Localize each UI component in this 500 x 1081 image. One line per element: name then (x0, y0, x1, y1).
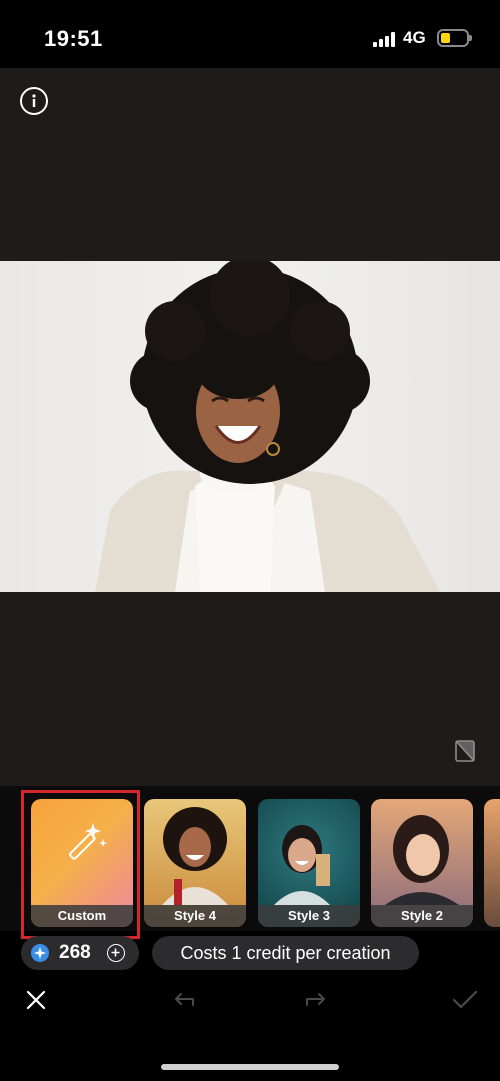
style-4-preview (144, 799, 246, 905)
undo-button[interactable] (172, 991, 196, 1014)
battery-icon (437, 29, 472, 47)
credit-count: 268 (59, 942, 91, 963)
network-type: 4G (403, 28, 426, 47)
style-tile-style-2[interactable]: Style 2 (371, 799, 473, 927)
compare-icon (455, 740, 475, 762)
style-3-preview (258, 799, 360, 905)
checkmark-icon (452, 990, 478, 1009)
redo-icon (306, 993, 325, 1006)
confirm-button[interactable] (452, 990, 478, 1015)
undo-icon (175, 993, 194, 1006)
credit-icon (31, 944, 49, 962)
home-indicator (161, 1064, 339, 1070)
close-button[interactable] (25, 989, 47, 1016)
cost-note: Costs 1 credit per creation (152, 936, 419, 970)
style-tile-style-3[interactable]: Style 3 (258, 799, 360, 927)
credits-pill[interactable]: 268 (21, 936, 139, 970)
info-button[interactable] (20, 87, 48, 115)
add-credits-icon[interactable] (107, 944, 125, 962)
style-2-preview (371, 799, 473, 905)
redo-button[interactable] (304, 991, 328, 1014)
status-bar: 19:51 4G (0, 0, 500, 68)
style-label-style-3: Style 3 (258, 905, 360, 927)
status-time: 19:51 (44, 26, 103, 51)
style-tile-partial[interactable] (484, 799, 500, 927)
compare-button[interactable] (455, 740, 475, 762)
signal-icon (373, 31, 399, 47)
style-label-style-2: Style 2 (371, 905, 473, 927)
photo-preview (0, 261, 500, 592)
info-icon (32, 94, 36, 107)
selected-style-highlight (21, 790, 140, 939)
close-icon (26, 990, 46, 1010)
style-label-style-4: Style 4 (144, 905, 246, 927)
style-tile-style-4[interactable]: Style 4 (144, 799, 246, 927)
